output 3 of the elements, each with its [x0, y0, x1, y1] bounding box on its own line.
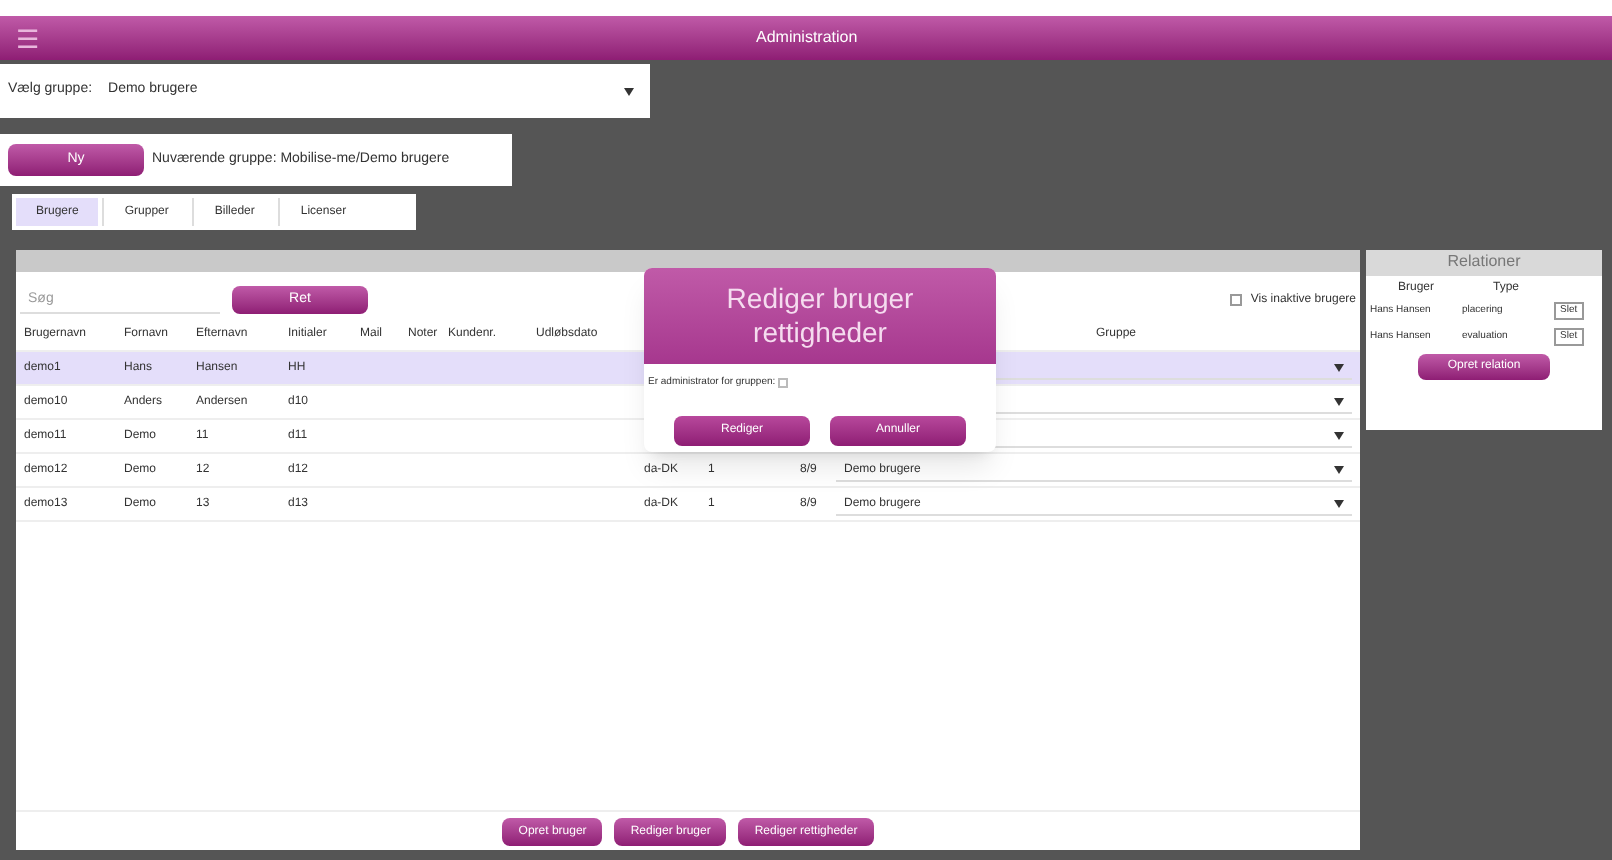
dialog-title: Rediger bruger rettigheder — [644, 268, 996, 364]
panel-title: Relationer — [1366, 250, 1602, 276]
window-title: Administration — [756, 26, 858, 50]
